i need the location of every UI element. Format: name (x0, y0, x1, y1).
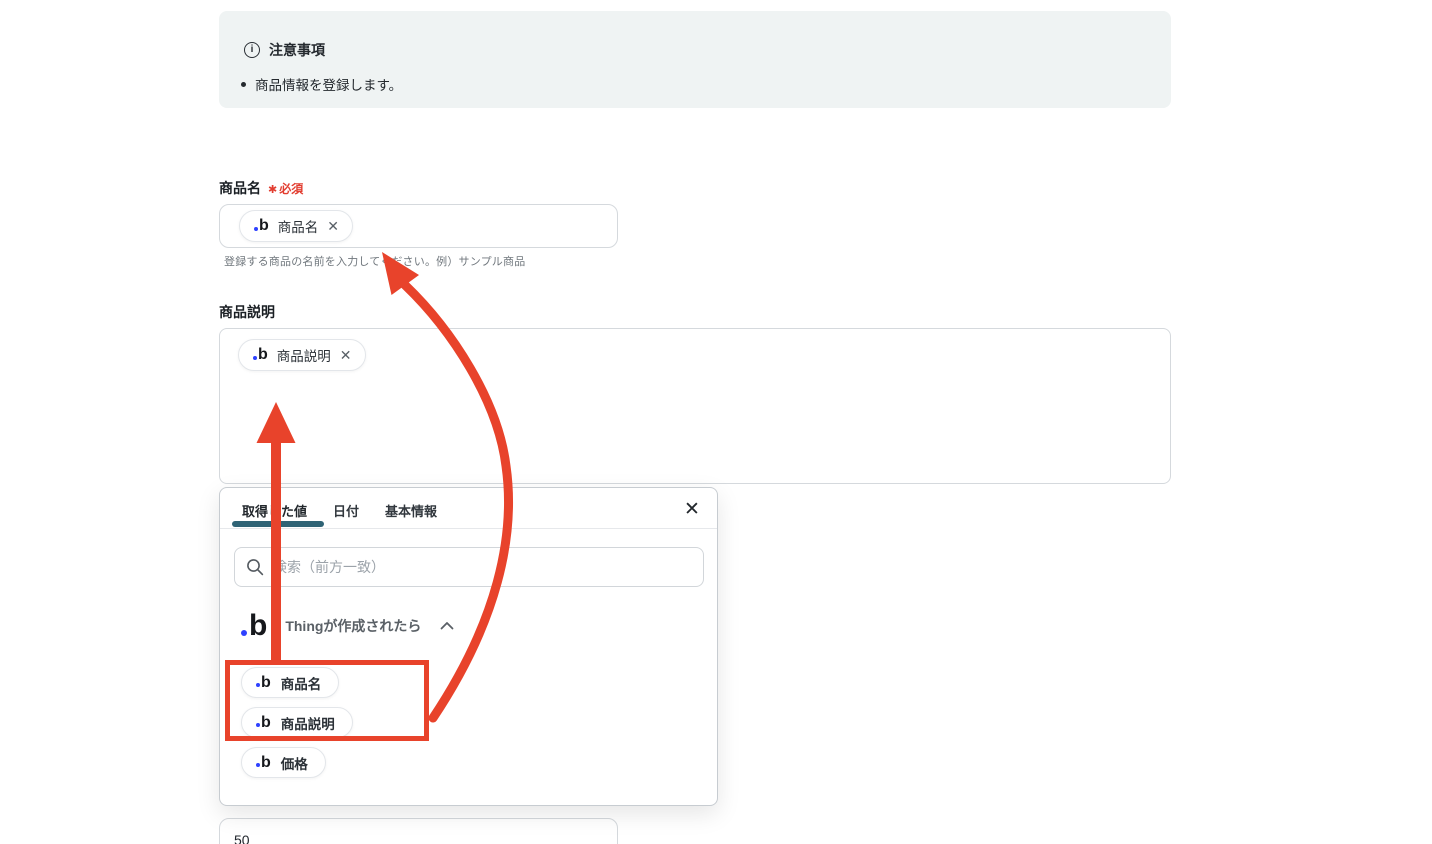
info-icon: i (244, 42, 260, 58)
tab-basic-info[interactable]: 基本情報 (385, 501, 437, 520)
bubble-letter: b (259, 217, 269, 235)
product-name-helper: 登録する商品の名前を入力してください。例）サンプル商品 (224, 256, 526, 268)
tab-retrieved-values[interactable]: 取得した値 (242, 501, 307, 520)
value-picker-popup: 取得した値 日付 基本情報 ✕ b Thingが作成されたら (219, 487, 718, 806)
popup-search (234, 547, 704, 587)
bubble-dot-icon (241, 629, 247, 636)
bubble-logo-icon: b (256, 753, 271, 771)
product-description-value-chip[interactable]: b 商品説明 ✕ (238, 339, 366, 371)
notice-item-text: 商品情報を登録します。 (255, 78, 403, 93)
chip-label: 価格 (280, 756, 308, 772)
notice-box: i 注意事項 商品情報を登録します。 (219, 11, 1171, 108)
bubble-letter: b (249, 609, 268, 642)
product-name-label-text: 商品名 (219, 180, 261, 196)
bubble-logo-icon: b (241, 609, 268, 642)
product-name-value-chip[interactable]: b 商品名 ✕ (239, 210, 354, 242)
bubble-dot-icon (256, 723, 260, 728)
price-input-box[interactable] (219, 818, 618, 844)
bubble-letter: b (261, 673, 271, 691)
active-tab-underline (232, 521, 324, 527)
popup-tabs: 取得した値 日付 基本情報 (242, 501, 437, 520)
tabs-divider (220, 528, 717, 529)
bubble-dot-icon (256, 683, 260, 688)
popup-close-icon[interactable]: ✕ (681, 498, 703, 520)
required-star: ✱ (268, 184, 278, 196)
bubble-letter: b (261, 753, 271, 771)
trigger-group-header[interactable]: b Thingが作成されたら (241, 609, 454, 642)
bubble-letter: b (261, 713, 271, 731)
required-badge: ✱ 必須 (268, 180, 303, 196)
chevron-up-icon[interactable] (440, 621, 454, 630)
value-chip-price[interactable]: b 価格 (241, 747, 326, 778)
search-icon (247, 559, 264, 576)
bubble-dot-icon (256, 763, 260, 768)
page: i 注意事項 商品情報を登録します。 商品名 ✱ 必須 b 商品名 ✕ 登録する商品… (0, 0, 1432, 844)
chip-label: 商品説明 (276, 349, 331, 364)
bubble-dot-icon (253, 355, 257, 360)
chip-label: 商品名 (280, 676, 322, 692)
notice-title-row: i 注意事項 (244, 40, 325, 60)
trigger-group-label: Thingが作成されたら (285, 617, 422, 634)
chip-remove-icon[interactable]: ✕ (327, 219, 339, 233)
search-input[interactable] (234, 547, 704, 587)
price-input[interactable] (220, 819, 617, 844)
bubble-logo-icon: b (256, 713, 271, 731)
value-chip-list: b 商品名 b 商品説明 b 価格 (241, 667, 353, 778)
bubble-logo-icon: b (256, 673, 271, 691)
required-text: 必須 (279, 182, 304, 196)
bubble-letter: b (258, 346, 268, 364)
product-description-textarea[interactable]: b 商品説明 ✕ (219, 328, 1171, 484)
bubble-logo-icon: b (253, 346, 268, 364)
chip-label: 商品名 (277, 220, 319, 235)
product-name-input[interactable]: b 商品名 ✕ (219, 204, 618, 248)
tab-date[interactable]: 日付 (333, 501, 359, 520)
bubble-dot-icon (254, 226, 258, 231)
product-description-label: 商品説明 (219, 304, 275, 320)
chip-remove-icon[interactable]: ✕ (340, 348, 352, 362)
bullet-icon (241, 81, 246, 87)
bubble-logo-icon: b (254, 217, 269, 235)
notice-item: 商品情報を登録します。 (241, 74, 402, 94)
product-name-label: 商品名 ✱ 必須 (219, 178, 303, 198)
chip-label: 商品説明 (280, 716, 335, 732)
value-chip-product-description[interactable]: b 商品説明 (241, 707, 353, 738)
value-chip-product-name[interactable]: b 商品名 (241, 667, 340, 698)
notice-title: 注意事項 (269, 42, 325, 58)
